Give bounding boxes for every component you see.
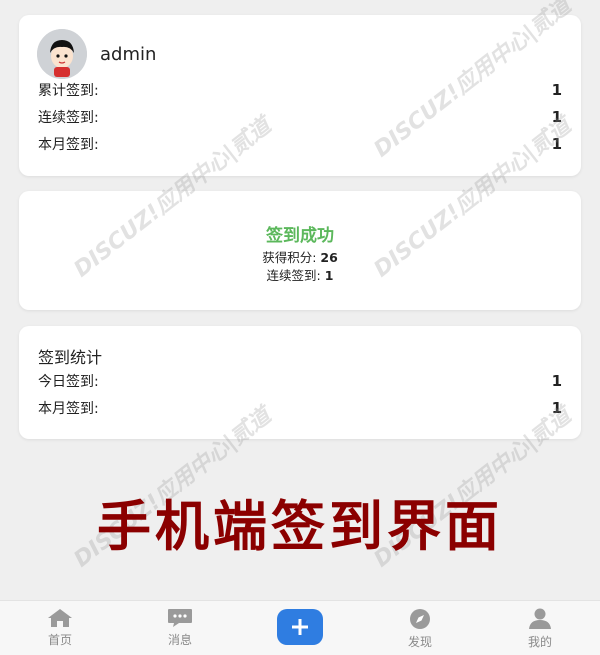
stat-label: 本月签到: [38,401,99,417]
stat-label: 累计签到: [38,83,99,99]
promo-banner: 手机端签到界面 [97,495,503,558]
stat-value: 1 [551,135,562,153]
stats-title: 签到统计 [38,348,103,367]
user-header: admin [37,29,156,79]
tab-messages[interactable]: 消息 [140,601,220,655]
stat-value: 1 [551,399,562,417]
checkin-stats-card: 签到统计 今日签到: 1 本月签到: 1 [19,326,581,439]
points-line: 获得积分: 26 [19,247,581,266]
tab-label: 消息 [167,633,192,647]
tab-label: 发现 [407,635,432,649]
plus-icon [292,619,308,635]
stat-value: 1 [551,372,562,390]
user-icon [529,608,551,629]
streak-label: 连续签到: [266,268,321,283]
checkin-result-card: 签到成功 获得积分: 26 连续签到: 1 [19,191,581,310]
compass-icon [410,609,430,629]
stat-row-month: 本月签到: 1 [38,134,562,154]
tab-label: 我的 [527,635,552,649]
points-label: 获得积分: [262,250,317,265]
stats-row-today: 今日签到: 1 [38,371,562,391]
tab-home[interactable]: 首页 [20,601,100,655]
add-post-button[interactable] [277,609,323,645]
stat-row-total: 累计签到: 1 [38,80,562,100]
bottom-tab-bar: 首页 消息 发现 我的 [0,600,600,655]
points-value: 26 [320,250,338,265]
stat-label: 今日签到: [38,374,99,390]
tab-label: 首页 [47,633,72,647]
stat-value: 1 [551,108,562,126]
username: admin [100,43,157,65]
chat-icon [168,609,192,627]
stat-label: 连续签到: [38,110,99,126]
avatar-icon [37,29,87,79]
checkin-success-title: 签到成功 [266,226,334,246]
user-card: admin 累计签到: 1 连续签到: 1 本月签到: 1 [19,15,581,176]
stats-row-month: 本月签到: 1 [38,398,562,418]
stat-row-streak: 连续签到: 1 [38,107,562,127]
stat-label: 本月签到: [38,137,99,153]
home-icon [48,609,72,627]
avatar[interactable] [37,29,87,79]
streak-line: 连续签到: 1 [19,265,581,284]
tab-mine[interactable]: 我的 [500,601,580,655]
streak-value: 1 [324,268,334,283]
tab-discover[interactable]: 发现 [380,601,460,655]
stat-value: 1 [551,81,562,99]
